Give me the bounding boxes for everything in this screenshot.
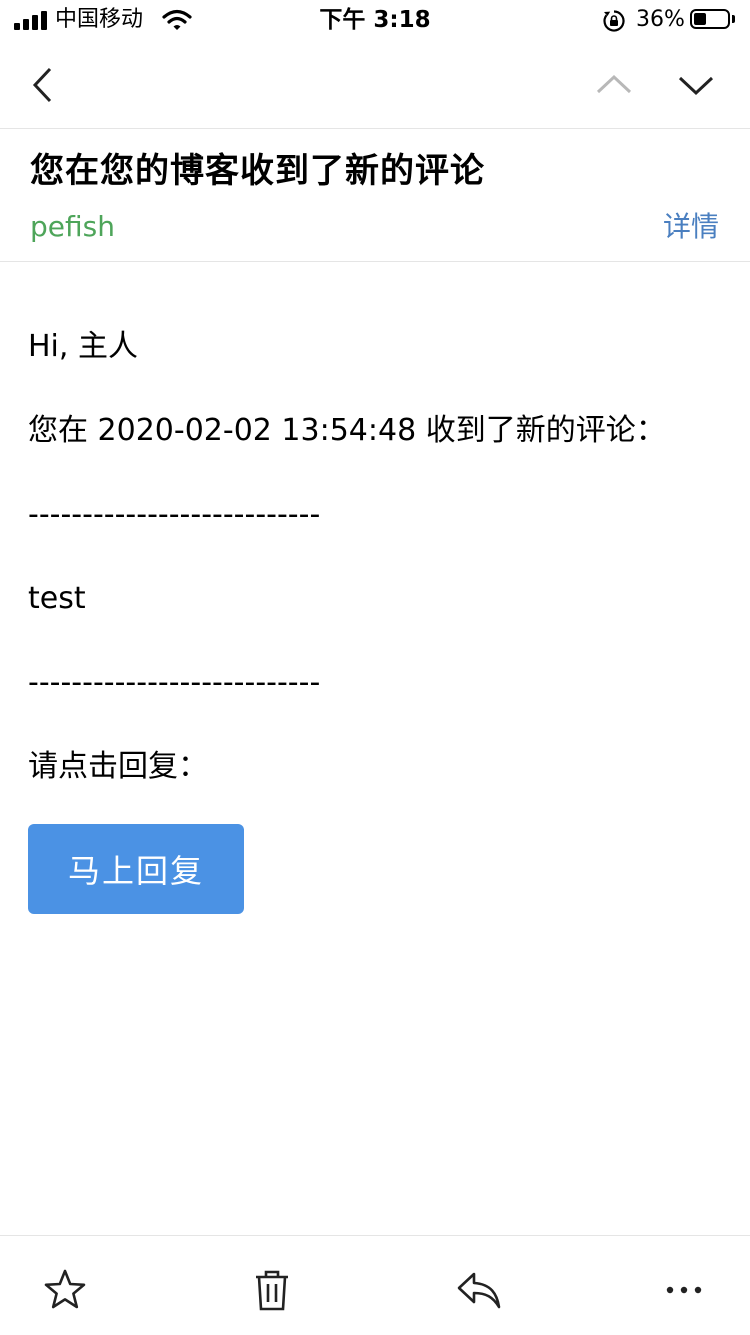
reply-icon[interactable] [455, 1266, 503, 1314]
back-icon[interactable] [18, 60, 68, 110]
separator-bottom: --------------------------- [28, 665, 321, 700]
mail-header: 您在您的博客收到了新的评论 pefish 详情 [0, 129, 750, 262]
trash-icon[interactable] [248, 1266, 296, 1314]
separator-top: --------------------------- [28, 497, 321, 532]
notice-text: 您在 2020-02-02 13:54:48 收到了新的评论： [28, 413, 666, 448]
sender-name[interactable]: pefish [30, 209, 115, 245]
battery-icon [690, 9, 730, 29]
battery-tip [732, 15, 735, 23]
rotation-lock-icon [602, 9, 626, 33]
reply-now-button[interactable]: 马上回复 [28, 824, 244, 914]
comment-text: test [28, 581, 86, 616]
status-bar: 中国移动 下午 3:18 36% [0, 0, 750, 40]
details-link[interactable]: 详情 [663, 209, 719, 245]
next-mail-icon[interactable] [671, 60, 721, 110]
bottom-toolbar [0, 1235, 750, 1335]
previous-mail-icon[interactable] [589, 60, 639, 110]
greeting-text: Hi, 主人 [28, 329, 138, 364]
reply-prompt: 请点击回复： [28, 749, 208, 784]
mail-subject: 您在您的博客收到了新的评论 [30, 151, 485, 191]
star-icon[interactable] [41, 1266, 89, 1314]
nav-bar [0, 40, 750, 129]
battery-percent: 36% [636, 7, 685, 32]
more-icon[interactable] [660, 1266, 708, 1314]
